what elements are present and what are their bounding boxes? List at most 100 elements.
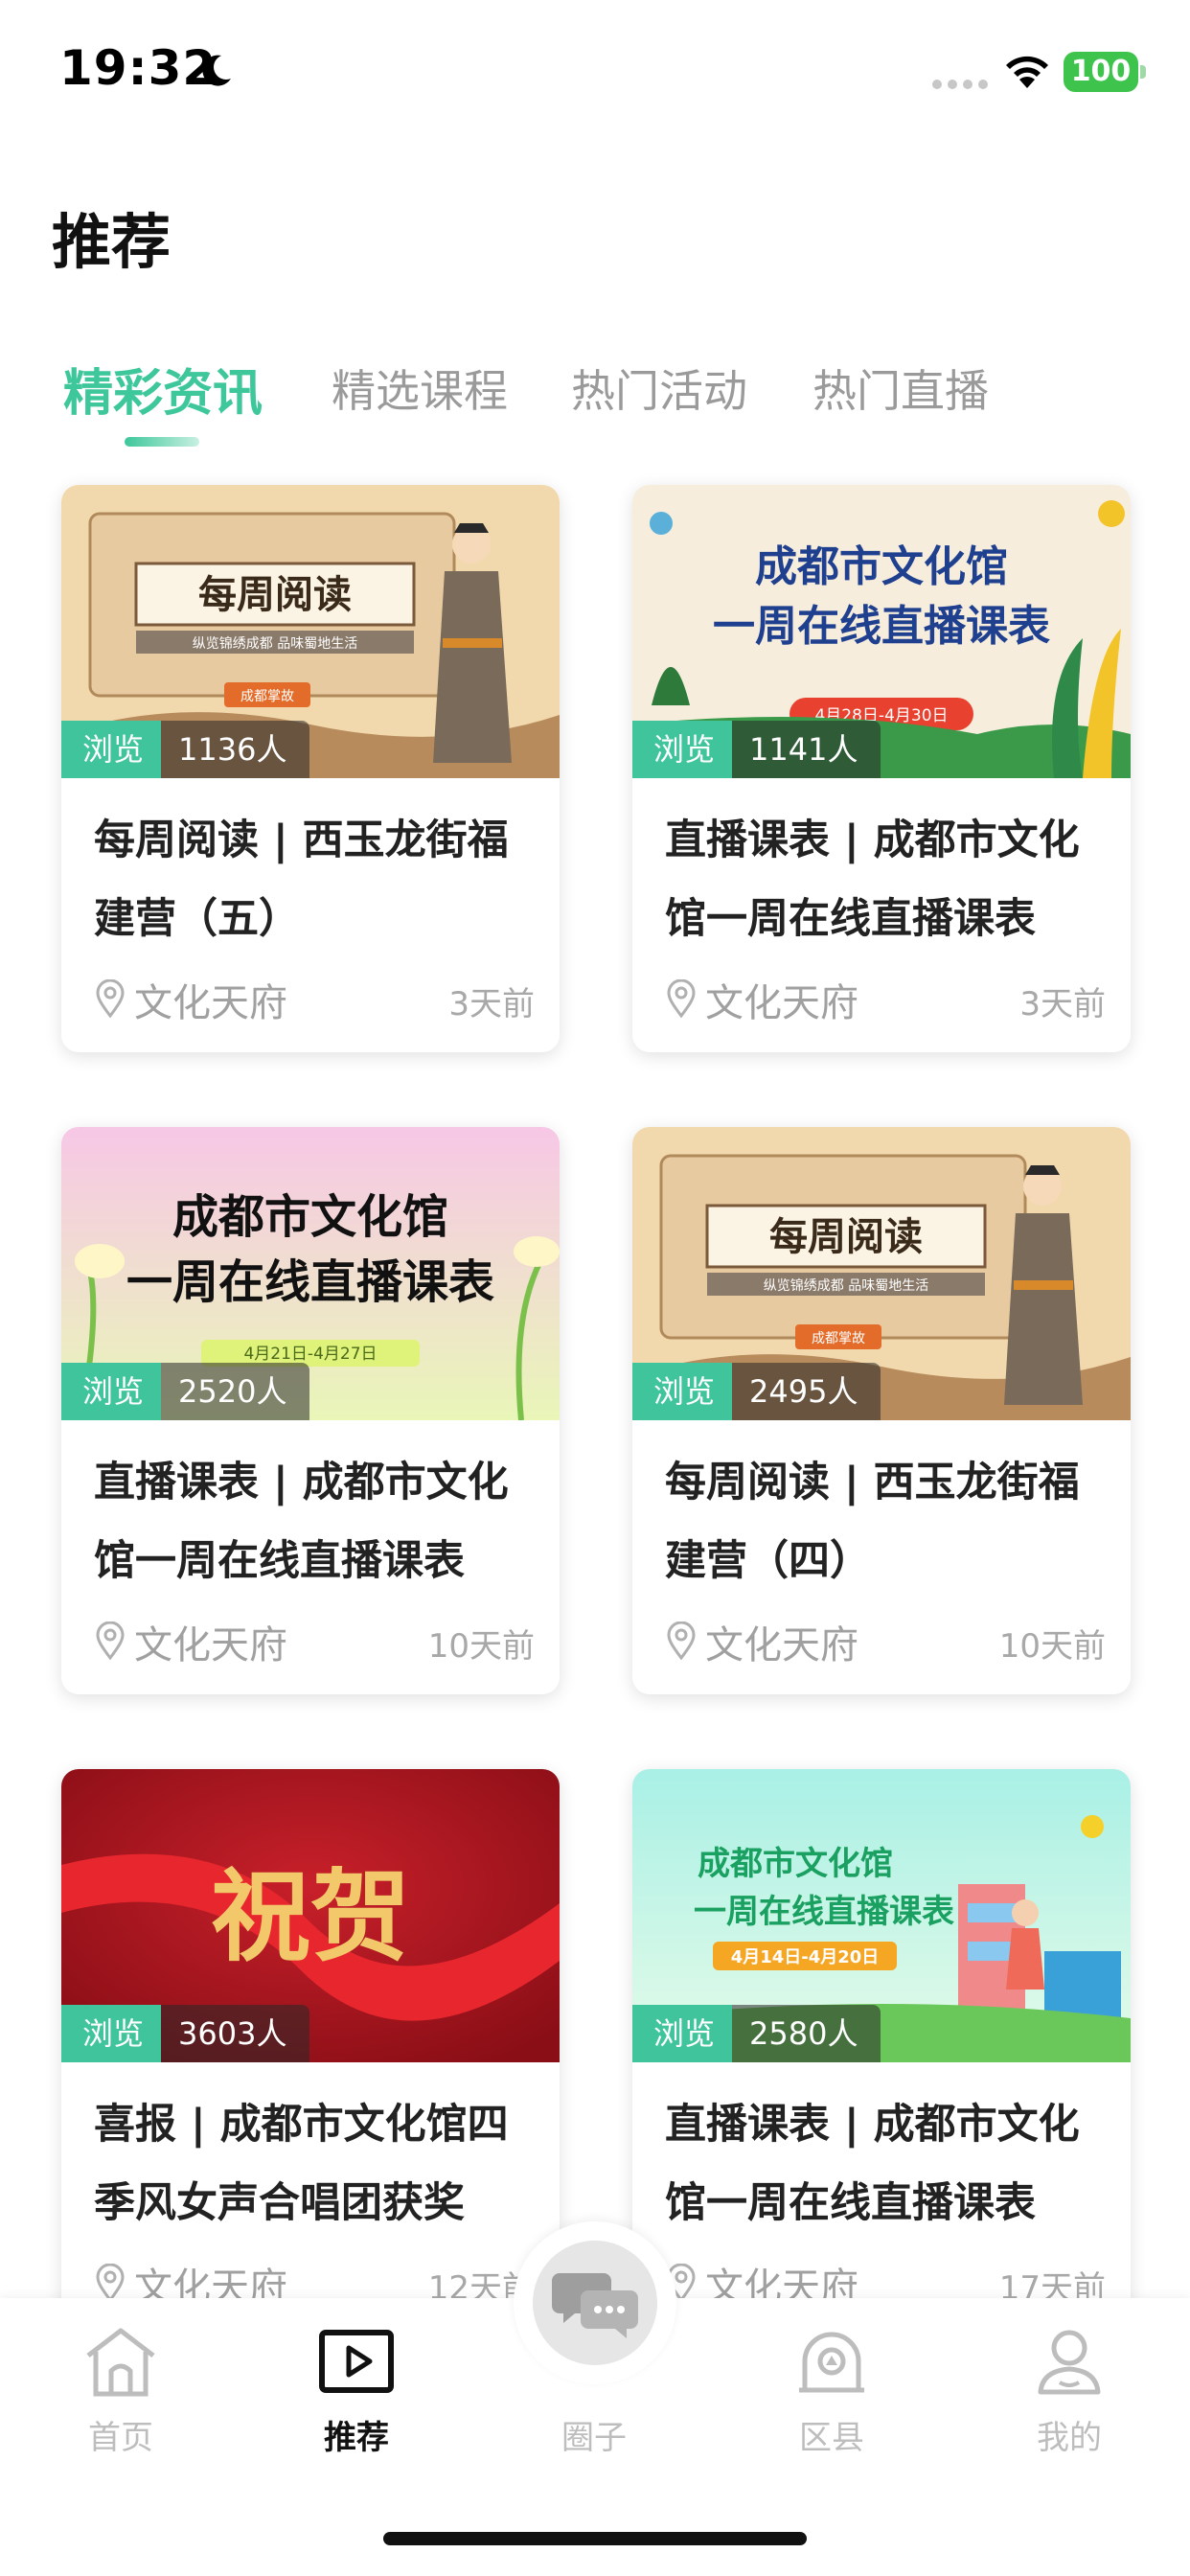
nav-label: 我的 [1037, 2419, 1102, 2457]
news-card[interactable]: 成都市文化馆 一周在线直播课表 4月21日-4月27日 浏览 2520人 直播课… [61, 1127, 560, 1694]
views-count: 1136人 [161, 721, 310, 778]
thumb-headline: 成都市文化馆 [755, 542, 1008, 591]
status-bar: 19:32 100 [0, 0, 1190, 144]
card-source: 文化天府 [705, 1623, 858, 1668]
card-thumbnail: 成都市文化馆 一周在线直播课表 4月28日-4月30日 浏览 1141人 [632, 485, 1131, 778]
location-pin-icon [96, 2264, 125, 2302]
profile-icon [1038, 2330, 1101, 2395]
tab-live[interactable]: 热门直播 [812, 356, 989, 420]
thumb-headline: 祝贺 [211, 1857, 410, 1975]
nav-label: 推荐 [324, 2419, 389, 2457]
card-thumbnail: 成都市文化馆 一周在线直播课表 4月14日-4月20日 浏览 2580人 [632, 1769, 1131, 2062]
moon-icon [202, 55, 231, 86]
card-title: 每周阅读 | 西玉龙街福建营（五） [94, 816, 509, 943]
location-pin-icon [96, 1622, 125, 1660]
status-time: 19:32 [59, 40, 217, 96]
play-icon [319, 2330, 394, 2393]
news-card[interactable]: 每周阅读 纵览锦绣成都 品味蜀地生活 成都掌故 浏览 2495人 每周阅读 | … [632, 1127, 1131, 1694]
views-label: 浏览 [632, 721, 733, 778]
views-label: 浏览 [632, 1363, 733, 1420]
thumb-headline: 每周阅读 [198, 572, 352, 617]
news-card[interactable]: 成都市文化馆 一周在线直播课表 4月28日-4月30日 浏览 1141人 直播课… [632, 485, 1131, 1052]
tab-courses[interactable]: 精选课程 [332, 356, 508, 420]
views-count: 2520人 [161, 1363, 310, 1420]
card-meta: 文化天府 3天前 [665, 970, 1106, 1025]
views-badge: 浏览 3603人 [61, 2005, 310, 2062]
card-source: 文化天府 [134, 981, 287, 1025]
circle-center-button[interactable] [514, 2221, 676, 2384]
thumb-headline-2: 一周在线直播课表 [126, 1255, 494, 1309]
thumb-headline-2: 一周在线直播课表 [713, 602, 1050, 651]
wifi-icon [1006, 56, 1048, 88]
thumb-tag: 成都掌故 [240, 689, 294, 704]
news-card[interactable]: 每周阅读 纵览锦绣成都 品味蜀地生活 成都掌故 浏览 1136人 每周阅读 | … [61, 485, 560, 1052]
thumb-subline: 纵览锦绣成都 品味蜀地生活 [764, 1277, 928, 1294]
views-label: 浏览 [61, 2005, 162, 2062]
nav-label: 圈子 [561, 2419, 627, 2457]
chat-icon [552, 2273, 638, 2338]
card-title: 直播课表 | 成都市文化馆一周在线直播课表 [94, 1459, 509, 1585]
news-card[interactable]: 成都市文化馆 一周在线直播课表 4月14日-4月20日 浏览 2580人 直播课… [632, 1769, 1131, 2336]
views-label: 浏览 [61, 721, 162, 778]
card-thumbnail: 每周阅读 纵览锦绣成都 品味蜀地生活 成都掌故 浏览 1136人 [61, 485, 560, 778]
card-time: 3天前 [448, 985, 535, 1024]
views-count: 1141人 [732, 721, 881, 778]
card-title: 直播课表 | 成都市文化馆一周在线直播课表 [665, 2101, 1080, 2227]
home-indicator [383, 2532, 807, 2545]
thumb-tag: 4月14日-4月20日 [731, 1947, 880, 1967]
card-meta: 文化天府 10天前 [94, 1612, 535, 1668]
center-button-inner [533, 2241, 657, 2365]
views-badge: 浏览 2520人 [61, 1363, 310, 1420]
thumb-tag: 成都掌故 [812, 1331, 865, 1346]
nav-profile[interactable]: 我的 [993, 2321, 1146, 2465]
tab-activities[interactable]: 热门活动 [571, 356, 747, 420]
card-time: 10天前 [427, 1627, 535, 1666]
card-meta: 文化天府 10天前 [665, 1612, 1106, 1668]
thumb-headline: 成都市文化馆 [698, 1845, 893, 1883]
category-tabs: 精彩资讯 精选课程 热门活动 热门直播 [0, 356, 1190, 452]
card-title: 每周阅读 | 西玉龙街福建营（四） [665, 1459, 1080, 1585]
card-time: 3天前 [1019, 985, 1106, 1024]
nav-district[interactable]: 区县 [755, 2321, 908, 2465]
nav-label: 区县 [799, 2419, 864, 2457]
recommend-page: 19:32 100 推荐 精彩资讯 精选课程 热门活动 热门直播 每周阅读 纵览… [0, 0, 1190, 2576]
card-thumbnail: 每周阅读 纵览锦绣成都 品味蜀地生活 成都掌故 浏览 2495人 [632, 1127, 1131, 1420]
card-source: 文化天府 [705, 981, 858, 1025]
card-title: 直播课表 | 成都市文化馆一周在线直播课表 [665, 816, 1080, 943]
thumb-subline: 纵览锦绣成都 品味蜀地生活 [193, 635, 357, 652]
nav-label: 首页 [88, 2419, 153, 2457]
nav-home[interactable]: 首页 [44, 2321, 197, 2465]
district-icon [799, 2332, 864, 2393]
location-pin-icon [667, 979, 696, 1018]
signal-icon [932, 80, 988, 89]
card-title: 喜报 | 成都市文化馆四季风女声合唱团获奖 [94, 2101, 509, 2227]
thumb-headline: 成都市文化馆 [172, 1190, 448, 1244]
thumb-tag: 4月21日-4月27日 [243, 1345, 377, 1364]
news-card[interactable]: 祝贺 浏览 3603人 喜报 | 成都市文化馆四季风女声合唱团获奖 文化天府 1… [61, 1769, 560, 2336]
location-pin-icon [667, 1622, 696, 1660]
views-count: 3603人 [161, 2005, 310, 2062]
card-meta: 文化天府 3天前 [94, 970, 535, 1025]
battery-tip [1140, 65, 1146, 79]
card-source: 文化天府 [134, 1623, 287, 1668]
views-badge: 浏览 1136人 [61, 721, 310, 778]
views-badge: 浏览 2495人 [632, 1363, 881, 1420]
home-icon [86, 2328, 155, 2397]
location-pin-icon [96, 979, 125, 1018]
views-count: 2495人 [732, 1363, 881, 1420]
card-time: 10天前 [998, 1627, 1106, 1666]
card-thumbnail: 成都市文化馆 一周在线直播课表 4月21日-4月27日 浏览 2520人 [61, 1127, 560, 1420]
views-badge: 浏览 1141人 [632, 721, 881, 778]
card-thumbnail: 祝贺 浏览 3603人 [61, 1769, 560, 2062]
views-badge: 浏览 2580人 [632, 2005, 881, 2062]
nav-recommend[interactable]: 推荐 [280, 2321, 433, 2465]
tab-news[interactable]: 精彩资讯 [63, 353, 263, 425]
views-label: 浏览 [632, 2005, 733, 2062]
views-count: 2580人 [732, 2005, 881, 2062]
battery-level: 100 [1064, 52, 1138, 92]
thumb-headline-2: 一周在线直播课表 [694, 1893, 954, 1931]
active-tab-indicator [125, 437, 199, 447]
page-title: 推荐 [52, 207, 172, 277]
views-label: 浏览 [61, 1363, 162, 1420]
battery-indicator: 100 [1064, 52, 1146, 92]
